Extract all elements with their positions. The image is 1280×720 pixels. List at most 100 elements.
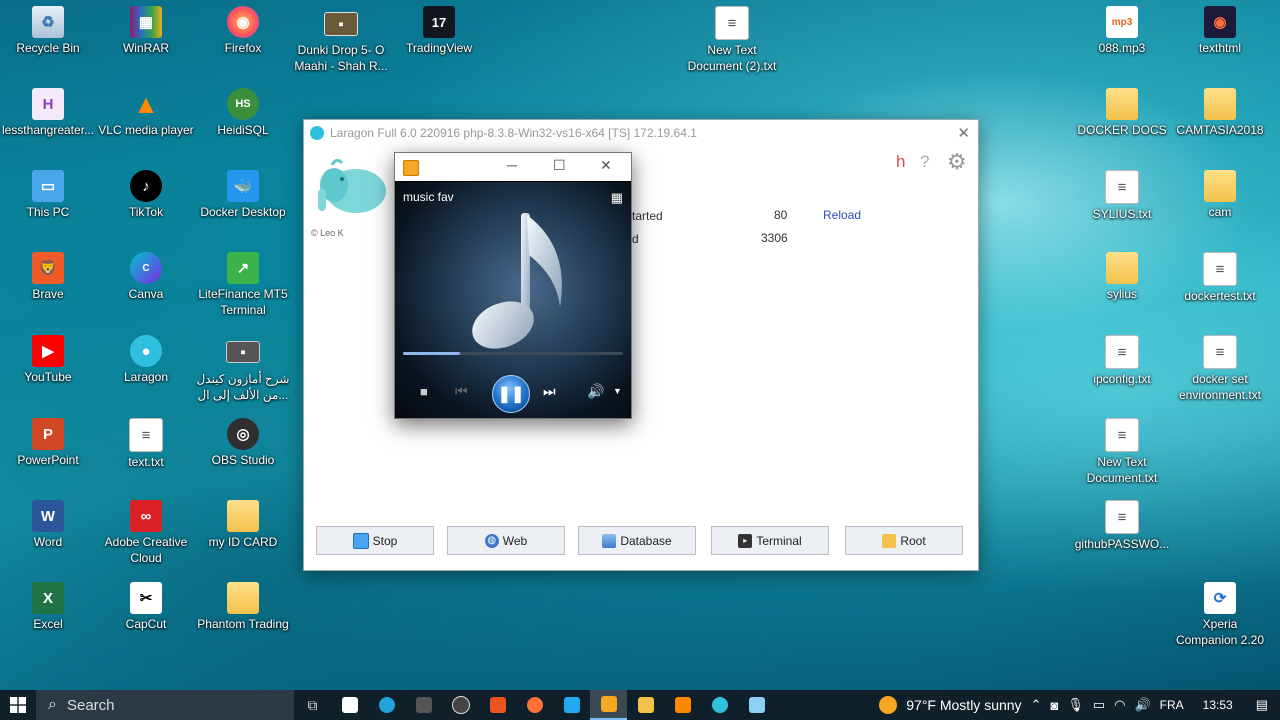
stop-button[interactable]: Stop <box>316 526 434 555</box>
desktop-icon-docker[interactable]: 🐳 Docker Desktop <box>195 170 291 220</box>
edge-icon[interactable] <box>368 690 405 720</box>
desktop-icon-docker-docs[interactable]: DOCKER DOCS <box>1074 88 1170 138</box>
speaker-icon[interactable]: 🔊 <box>1134 697 1150 713</box>
ubuntu-icon[interactable] <box>479 690 516 720</box>
obs-taskbar-icon[interactable] <box>442 690 479 720</box>
vlc-taskbar-icon[interactable] <box>664 690 701 720</box>
desktop-icon-tiktok[interactable]: ♪ TikTok <box>98 170 194 220</box>
wifi-icon[interactable]: ◠ <box>1114 697 1125 713</box>
desktop-icon-texthtml[interactable]: ◉ texthtml <box>1172 6 1268 56</box>
close-icon[interactable]: ✕ <box>600 157 612 174</box>
maximize-icon[interactable]: ☐ <box>553 157 566 174</box>
desktop-icon-adobe-cc[interactable]: ∞ Adobe Creative Cloud <box>98 500 194 566</box>
web-button[interactable]: ◍ Web <box>447 526 565 555</box>
media-player-titlebar[interactable]: ─ ☐ ✕ <box>395 153 631 181</box>
firefox-taskbar-icon[interactable] <box>516 690 553 720</box>
start-button[interactable] <box>0 690 36 720</box>
seek-bar[interactable] <box>403 352 623 355</box>
desktop-icon-camtasia2018[interactable]: CAMTASIA2018 <box>1172 88 1268 138</box>
desktop-icon-text-txt[interactable]: ≡ text.txt <box>98 418 194 470</box>
tiktok-icon: ♪ <box>130 170 162 202</box>
gear-icon[interactable]: ⚙ <box>947 149 967 175</box>
next-icon[interactable]: ⏭ <box>543 383 556 400</box>
desktop-icon-litefinance[interactable]: ↗ LiteFinance MT5 Terminal <box>195 252 291 318</box>
desktop-icon-word[interactable]: W Word <box>0 500 96 550</box>
desktop-icon-088-mp3[interactable]: mp3 088.mp3 <box>1074 6 1170 56</box>
close-icon[interactable]: ✕ <box>957 124 970 142</box>
desktop-icon-label: Firefox <box>224 41 262 55</box>
weather-text[interactable]: 97°F Mostly sunny <box>906 697 1021 713</box>
media-player-window[interactable]: ─ ☐ ✕ music fav ▦ ■ ⏮ ❚❚ ⏭ 🔊 ▼ <box>394 152 632 419</box>
notifications-icon[interactable]: ▤ <box>1256 697 1268 713</box>
desktop-icon-docker-set-env[interactable]: ≡ docker set environment.txt <box>1172 335 1268 403</box>
volume-icon[interactable]: 🔊 <box>587 383 604 400</box>
terminal-app-icon[interactable] <box>405 690 442 720</box>
desktop-icon-recycle-bin[interactable]: ♻ Recycle Bin <box>0 6 96 56</box>
desktop-icon-youtube[interactable]: ▶ YouTube <box>0 335 96 385</box>
notepad-icon[interactable] <box>738 690 775 720</box>
desktop-icon-powerpoint[interactable]: P PowerPoint <box>0 418 96 468</box>
clock[interactable]: 13:53 <box>1203 698 1233 712</box>
desktop-icon-capcut[interactable]: ✂ CapCut <box>98 582 194 632</box>
help-question-button[interactable]: ? <box>920 152 929 172</box>
taskbar-search-box[interactable]: ⌕ Search <box>36 690 294 720</box>
desktop-icon-label: PowerPoint <box>17 453 79 467</box>
file-explorer-icon[interactable] <box>627 690 664 720</box>
desktop-icon-new-text-document[interactable]: ≡ New Text Document.txt <box>1074 418 1170 486</box>
desktop-icon-dunki-video[interactable]: ▪ Dunki Drop 5- O Maahi - Shah R... <box>293 6 389 74</box>
desktop-icon-brave[interactable]: 🦁 Brave <box>0 252 96 302</box>
desktop-icon-arabic-video[interactable]: ▪ شرح أمازون كيندل من الألف إلى ال... <box>195 335 291 403</box>
desktop-icon-githubpassword[interactable]: ≡ githubPASSWO... <box>1074 500 1170 552</box>
desktop-icon-laragon[interactable]: ● Laragon <box>98 335 194 385</box>
text-file-icon: ≡ <box>1105 500 1139 534</box>
desktop-icon-sylius-txt[interactable]: ≡ SYLIUS.txt <box>1074 170 1170 222</box>
chevron-down-icon[interactable]: ▼ <box>613 386 622 396</box>
desktop-icon-cam[interactable]: cam <box>1172 170 1268 220</box>
previous-icon[interactable]: ⏮ <box>455 383 468 400</box>
laragon-titlebar[interactable]: Laragon Full 6.0 220916 php-8.3.8-Win32-… <box>304 120 978 146</box>
laragon-taskbar-icon[interactable] <box>701 690 738 720</box>
vscode-icon[interactable] <box>553 690 590 720</box>
terminal-button[interactable]: ▸ Terminal <box>711 526 829 555</box>
language-indicator[interactable]: FRA <box>1160 698 1184 712</box>
battery-icon[interactable]: ▭ <box>1093 697 1105 713</box>
microsoft-store-icon[interactable] <box>331 690 368 720</box>
desktop-icon-label: my ID CARD <box>208 535 278 549</box>
desktop-icon-winrar[interactable]: ▦ WinRAR <box>98 6 194 56</box>
desktop-icon-obs[interactable]: ◎ OBS Studio <box>195 418 291 468</box>
root-button-label: Root <box>900 533 926 548</box>
desktop-icon-xperia[interactable]: ⟳ Xperia Companion 2.20 <box>1172 582 1268 648</box>
desktop-icon-sylius[interactable]: sylius <box>1074 252 1170 302</box>
desktop-icon-ipconfig[interactable]: ≡ ipconfig.txt <box>1074 335 1170 387</box>
minimize-icon[interactable]: ─ <box>507 157 517 173</box>
help-h-link[interactable]: h <box>896 152 905 172</box>
desktop-icon-vlc[interactable]: ▲ VLC media player <box>98 88 194 138</box>
switch-to-library-icon[interactable]: ▦ <box>611 190 623 206</box>
chevron-up-icon[interactable]: ⌃ <box>1031 697 1042 713</box>
webcam-icon[interactable]: ◙ <box>1050 698 1058 713</box>
desktop-icon-excel[interactable]: X Excel <box>0 582 96 632</box>
desktop-icon-phantom-trading[interactable]: Phantom Trading <box>195 582 291 632</box>
desktop-icon-canva[interactable]: C Canva <box>98 252 194 302</box>
desktop-icon-my-id-card[interactable]: my ID CARD <box>195 500 291 550</box>
database-button[interactable]: Database <box>578 526 696 555</box>
pause-button[interactable]: ❚❚ <box>492 375 530 413</box>
stop-icon[interactable]: ■ <box>420 384 428 399</box>
desktop-icon-dockertest[interactable]: ≡ dockertest.txt <box>1172 252 1268 304</box>
media-player-taskbar-icon[interactable] <box>590 690 627 720</box>
playlist-title: music fav <box>403 190 454 204</box>
task-view-icon[interactable]: ⧉ <box>294 690 331 720</box>
desktop-icon-firefox[interactable]: ◉ Firefox <box>195 6 291 56</box>
desktop-icon-this-pc[interactable]: ▭ This PC <box>0 170 96 220</box>
desktop-icon-label: cam <box>1208 205 1232 219</box>
microphone-icon[interactable]: 🎙 <box>1067 697 1084 713</box>
desktop-icon-tradingview[interactable]: 17 TradingView <box>391 6 487 56</box>
desktop-icon-lessthangreater[interactable]: H lessthangreater... <box>0 88 96 138</box>
terminal-icon: ▸ <box>738 533 753 548</box>
reload-link[interactable]: Reload <box>823 208 861 222</box>
desktop-icon-label: docker set environment.txt <box>1178 372 1262 402</box>
weather-icon[interactable] <box>879 696 898 714</box>
root-button[interactable]: Root <box>845 526 963 555</box>
desktop-icon-heidisql[interactable]: HS HeidiSQL <box>195 88 291 138</box>
desktop-icon-new-text-document-2[interactable]: ≡ New Text Document (2).txt <box>684 6 780 74</box>
